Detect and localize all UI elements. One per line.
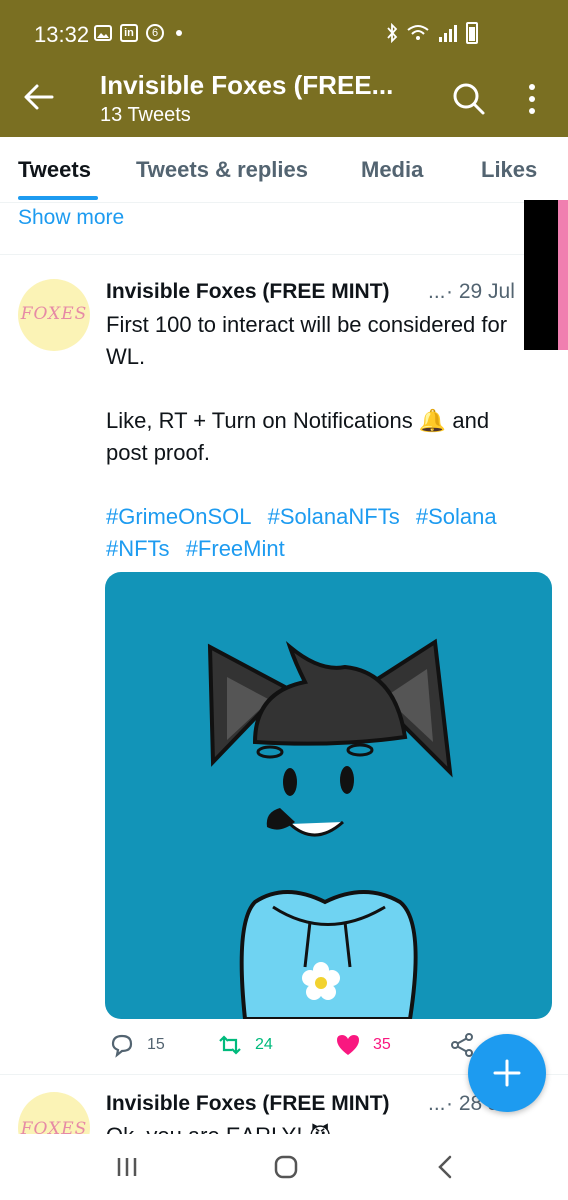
wifi-icon	[407, 25, 429, 40]
hashtag-link[interactable]: #GrimeOnSOL	[106, 504, 252, 529]
tab-tweets-replies[interactable]: Tweets & replies	[136, 157, 308, 183]
tab-likes[interactable]: Likes	[481, 157, 537, 183]
app-header: 13:32 in 6 Invisible Foxes (FREE... 13 T…	[0, 0, 568, 137]
status-left-icons: in 6	[94, 24, 182, 42]
profile-tabs: Tweets Tweets & replies Media Likes	[0, 137, 568, 203]
hashtag-link[interactable]: #Solana	[416, 504, 497, 529]
reply-icon	[111, 1034, 133, 1058]
tab-media[interactable]: Media	[361, 157, 423, 183]
status-bar: 13:32 in 6	[0, 0, 568, 70]
home-icon[interactable]	[271, 1152, 301, 1182]
tweet-date: · 29 Jul	[446, 280, 515, 303]
compose-tweet-button[interactable]	[468, 1034, 546, 1112]
status-right-icons	[386, 22, 478, 44]
retweet-count: 24	[255, 1036, 273, 1053]
gallery-icon	[94, 25, 112, 41]
linkedin-icon: in	[120, 24, 138, 42]
like-count: 35	[373, 1036, 391, 1053]
tweet-media-image[interactable]	[105, 572, 552, 1019]
status-time: 13:32	[34, 22, 90, 47]
tweet-handle[interactable]: ...	[428, 280, 446, 304]
share-icon	[451, 1033, 473, 1057]
back-arrow-icon[interactable]	[22, 82, 56, 112]
avatar-logo-text: FOXES	[20, 304, 88, 324]
dot-icon	[176, 30, 182, 36]
reply-action[interactable]: 15	[109, 1032, 165, 1058]
bluetooth-icon	[387, 23, 398, 43]
search-icon[interactable]	[452, 82, 486, 116]
tweet-author-name[interactable]: Invisible Foxes (FREE MINT)	[106, 280, 390, 304]
share-action[interactable]	[449, 1032, 475, 1058]
divider	[0, 254, 568, 255]
more-options-icon[interactable]	[522, 82, 542, 116]
tweet-hashtags: #GrimeOnSOL #SolanaNFTs #Solana #NFTs #F…	[106, 501, 546, 565]
hashtag-link[interactable]: #NFTs	[106, 536, 170, 561]
notification-6-icon: 6	[146, 24, 164, 42]
like-action[interactable]: 35	[335, 1032, 391, 1058]
battery-icon	[466, 22, 478, 44]
tweet-text-line2: Like, RT + Turn on Notifications 🔔 and p…	[106, 408, 490, 465]
retweet-action[interactable]: 24	[217, 1032, 273, 1058]
hashtag-link[interactable]: #FreeMint	[186, 536, 285, 561]
tweet-count: 13 Tweets	[100, 104, 191, 126]
system-navigation-bar	[0, 1134, 568, 1200]
plus-icon	[493, 1059, 521, 1087]
show-more-link[interactable]: Show more	[18, 206, 124, 230]
tab-tweets[interactable]: Tweets	[18, 157, 91, 183]
floating-video-thumbnail[interactable]	[524, 200, 568, 350]
tweet-author-name[interactable]: Invisible Foxes (FREE MINT)	[106, 1092, 390, 1116]
tweet-text-line1: First 100 to interact will be considered…	[106, 312, 508, 369]
avatar[interactable]: FOXES	[18, 279, 90, 351]
recent-apps-icon[interactable]	[112, 1152, 142, 1182]
tweet-handle[interactable]: ...	[428, 1092, 446, 1116]
fox-nft-illustration	[207, 638, 453, 1019]
hashtag-link[interactable]: #SolanaNFTs	[268, 504, 400, 529]
reply-count: 15	[147, 1036, 165, 1053]
active-tab-indicator	[18, 196, 98, 200]
retweet-icon	[219, 1035, 241, 1055]
heart-icon	[337, 1035, 359, 1055]
back-nav-icon[interactable]	[431, 1152, 461, 1182]
signal-icon	[439, 25, 457, 42]
page-title: Invisible Foxes (FREE...	[100, 70, 394, 100]
